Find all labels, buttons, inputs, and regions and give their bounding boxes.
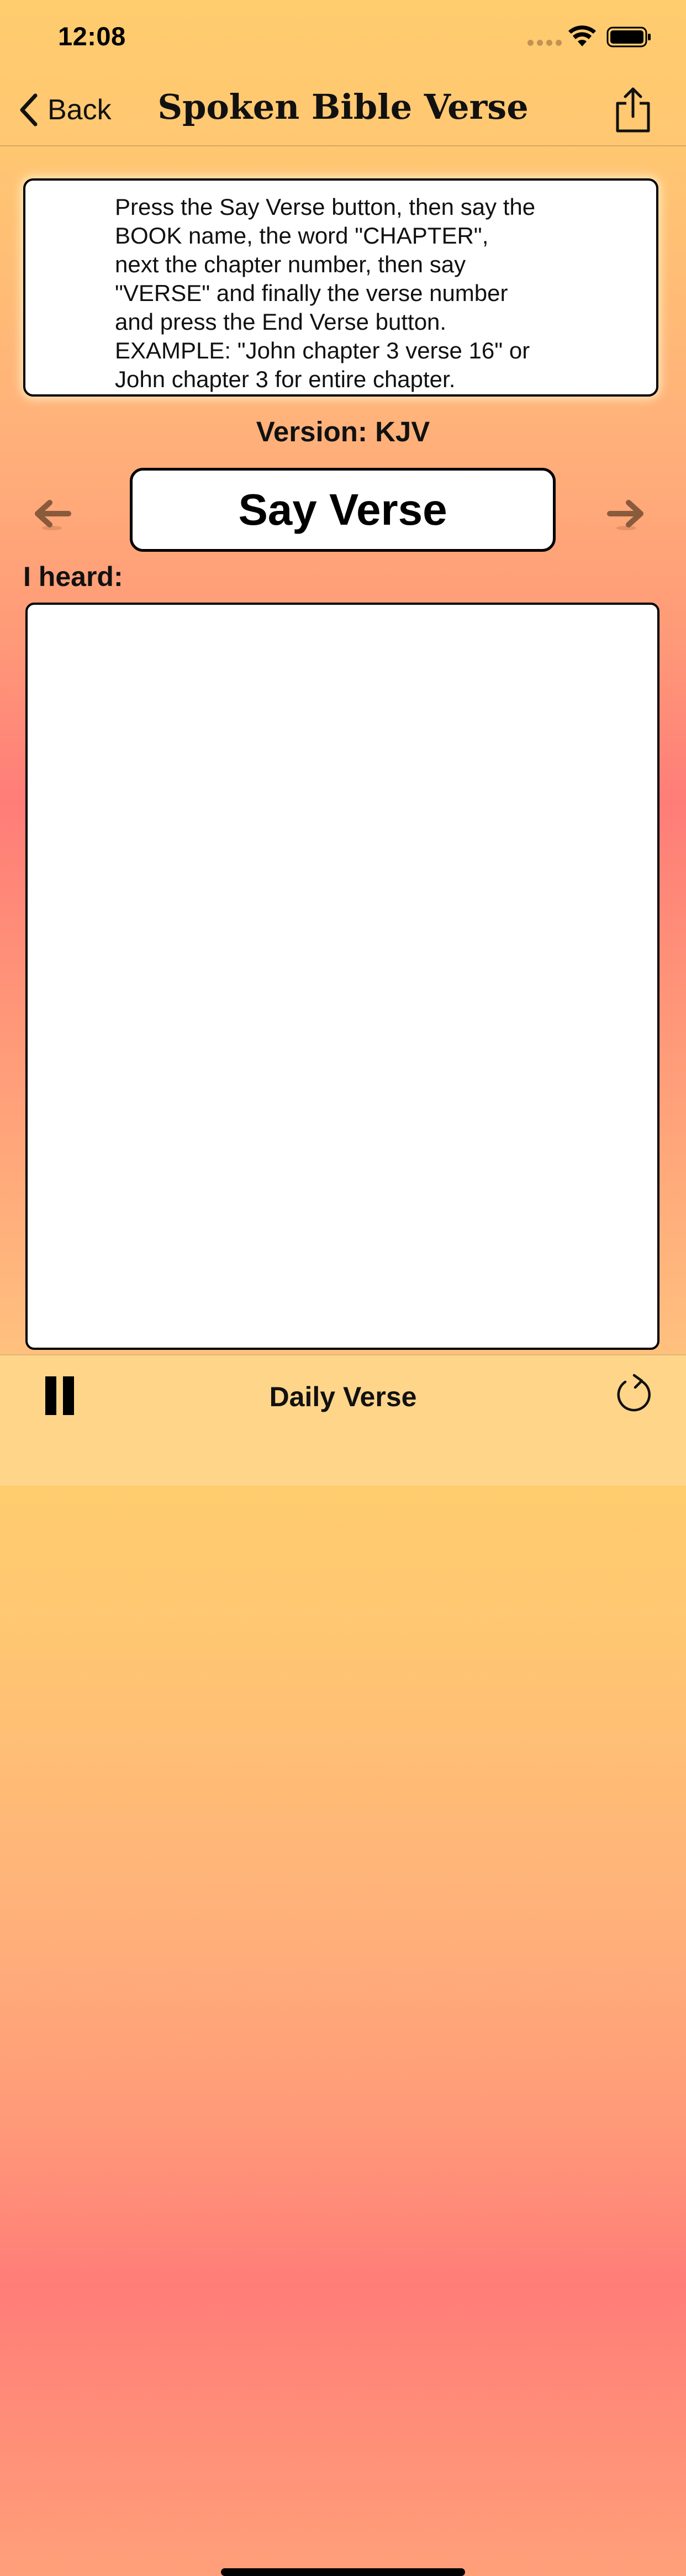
instruction-line: and press the End Verse button. <box>115 309 447 335</box>
page-title: Spoken Bible Verse <box>157 87 529 127</box>
instruction-line: Press the Say Verse button, then say the <box>115 194 536 220</box>
say-verse-button[interactable]: Say Verse <box>130 468 556 552</box>
status-bar: 12:08 <box>0 0 686 75</box>
heard-label: I heard: <box>23 561 123 592</box>
previous-verse-button[interactable] <box>31 492 75 536</box>
home-indicator <box>221 2568 465 2576</box>
arrow-right-icon <box>607 500 643 530</box>
instructions-box: Press the Say Verse button, then say the… <box>23 178 658 397</box>
refresh-button[interactable] <box>614 1373 653 1414</box>
daily-verse-label: Daily Verse <box>269 1381 417 1412</box>
instruction-line: next the chapter number, then say <box>115 251 466 277</box>
refresh-icon <box>617 1374 651 1412</box>
arrow-left-icon <box>35 500 71 530</box>
status-time: 12:08 <box>58 22 126 51</box>
daily-verse-button[interactable]: Daily Verse <box>0 1381 686 1413</box>
next-verse-button[interactable] <box>603 492 647 536</box>
bottom-toolbar: Daily Verse <box>0 1354 686 2576</box>
share-icon <box>616 87 650 133</box>
battery-icon <box>606 27 651 47</box>
instruction-line: EXAMPLE: "John chapter 3 verse 16" or <box>115 337 530 363</box>
instruction-line: "VERSE" and finally the verse number <box>115 280 508 306</box>
wifi-icon <box>568 25 596 46</box>
instruction-line: John chapter 3 for entire chapter. <box>115 366 456 392</box>
cellular-signal-icon <box>527 40 562 46</box>
heard-text-area[interactable] <box>25 603 659 1350</box>
share-button[interactable] <box>613 87 653 133</box>
version-label: Version: KJV <box>256 416 430 447</box>
navigation-bar: Back Spoken Bible Verse <box>0 75 686 146</box>
instruction-line: BOOK name, the word "CHAPTER", <box>115 223 489 249</box>
